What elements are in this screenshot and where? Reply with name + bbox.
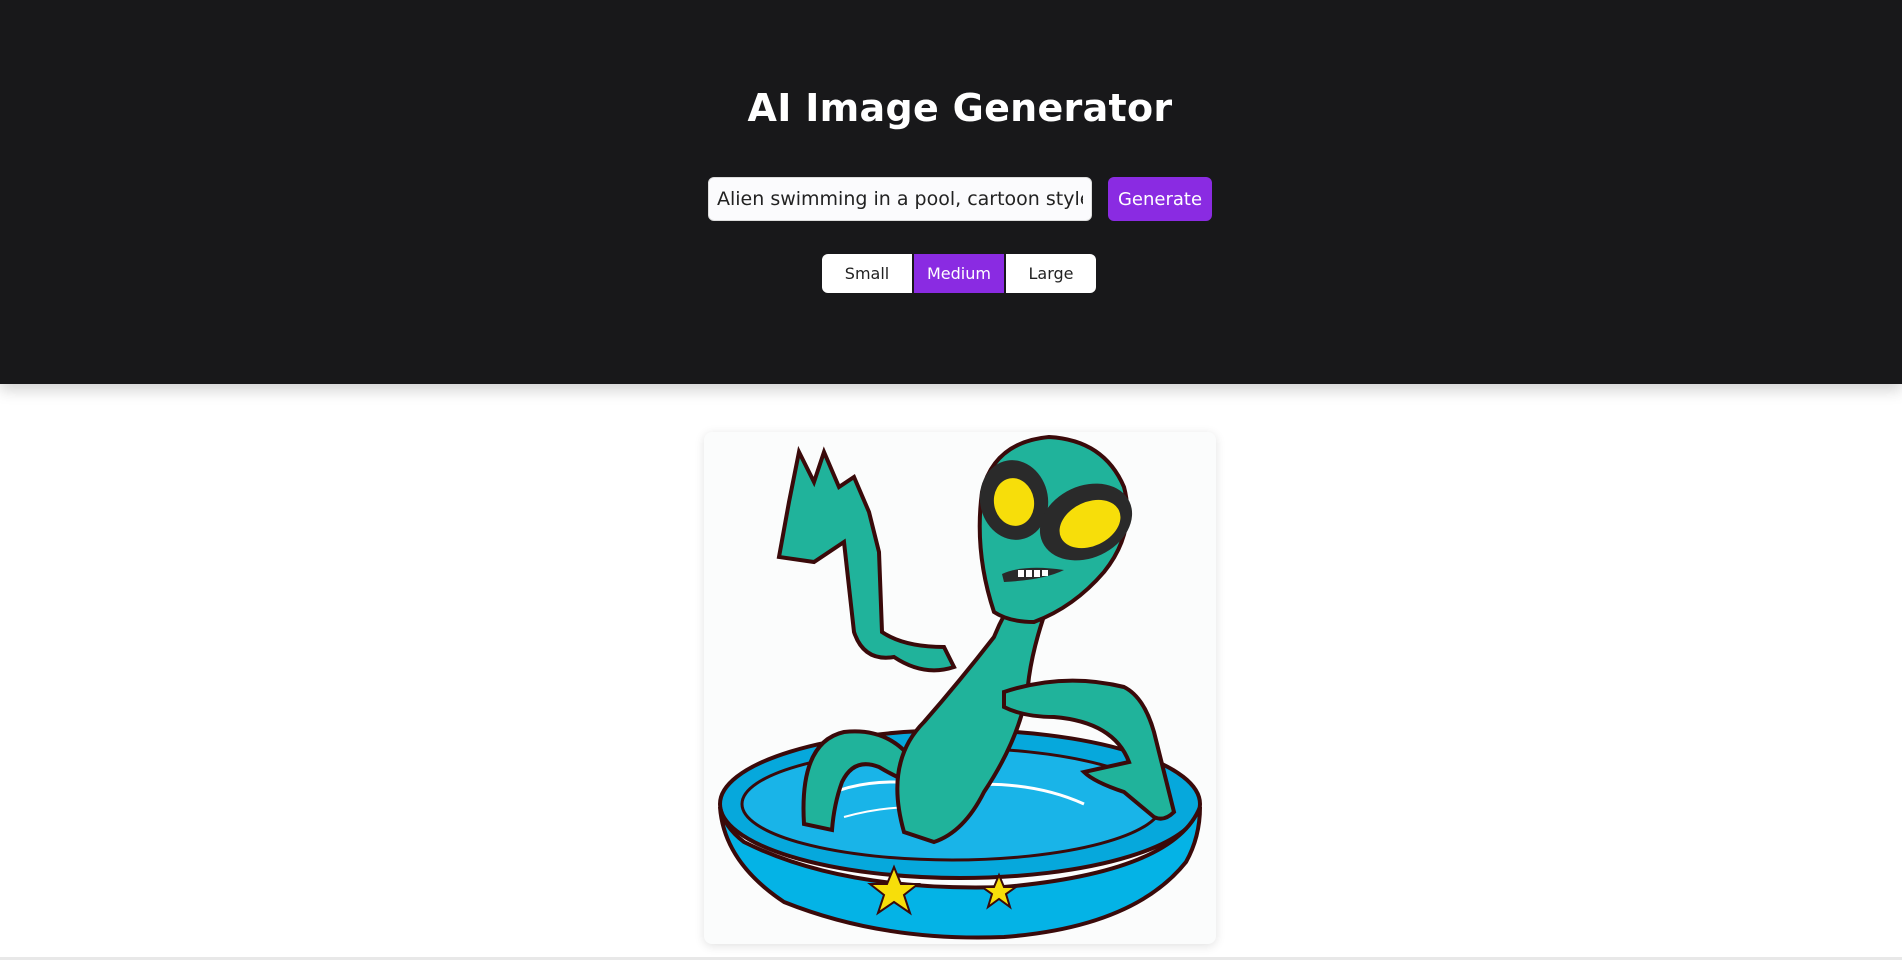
alien-tooth [1042, 570, 1048, 576]
alien-tooth [1026, 570, 1032, 577]
generated-image [704, 432, 1216, 944]
alien-arm-left [776, 445, 957, 673]
size-medium-button[interactable]: Medium [914, 254, 1004, 293]
size-large-button[interactable]: Large [1006, 254, 1096, 293]
generate-button[interactable]: Generate [1108, 177, 1212, 221]
size-small-button[interactable]: Small [822, 254, 912, 293]
alien-in-pool-image [718, 434, 1202, 940]
alien-tooth [1034, 570, 1040, 577]
page-title: AI Image Generator [747, 86, 1173, 130]
header-section: AI Image Generator Generate Small Medium… [0, 0, 1902, 384]
size-selector: Small Medium Large [822, 254, 1096, 293]
prompt-input[interactable] [708, 177, 1092, 221]
alien-tooth [1018, 570, 1024, 577]
